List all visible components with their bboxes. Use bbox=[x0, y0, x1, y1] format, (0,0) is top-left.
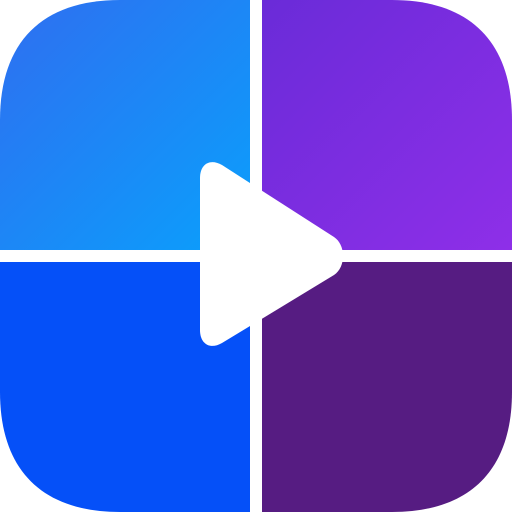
top-right-tile bbox=[262, 0, 512, 250]
app-icon bbox=[0, 0, 512, 512]
bottom-right-tile bbox=[262, 262, 512, 512]
app-icon-graphic bbox=[0, 0, 512, 512]
